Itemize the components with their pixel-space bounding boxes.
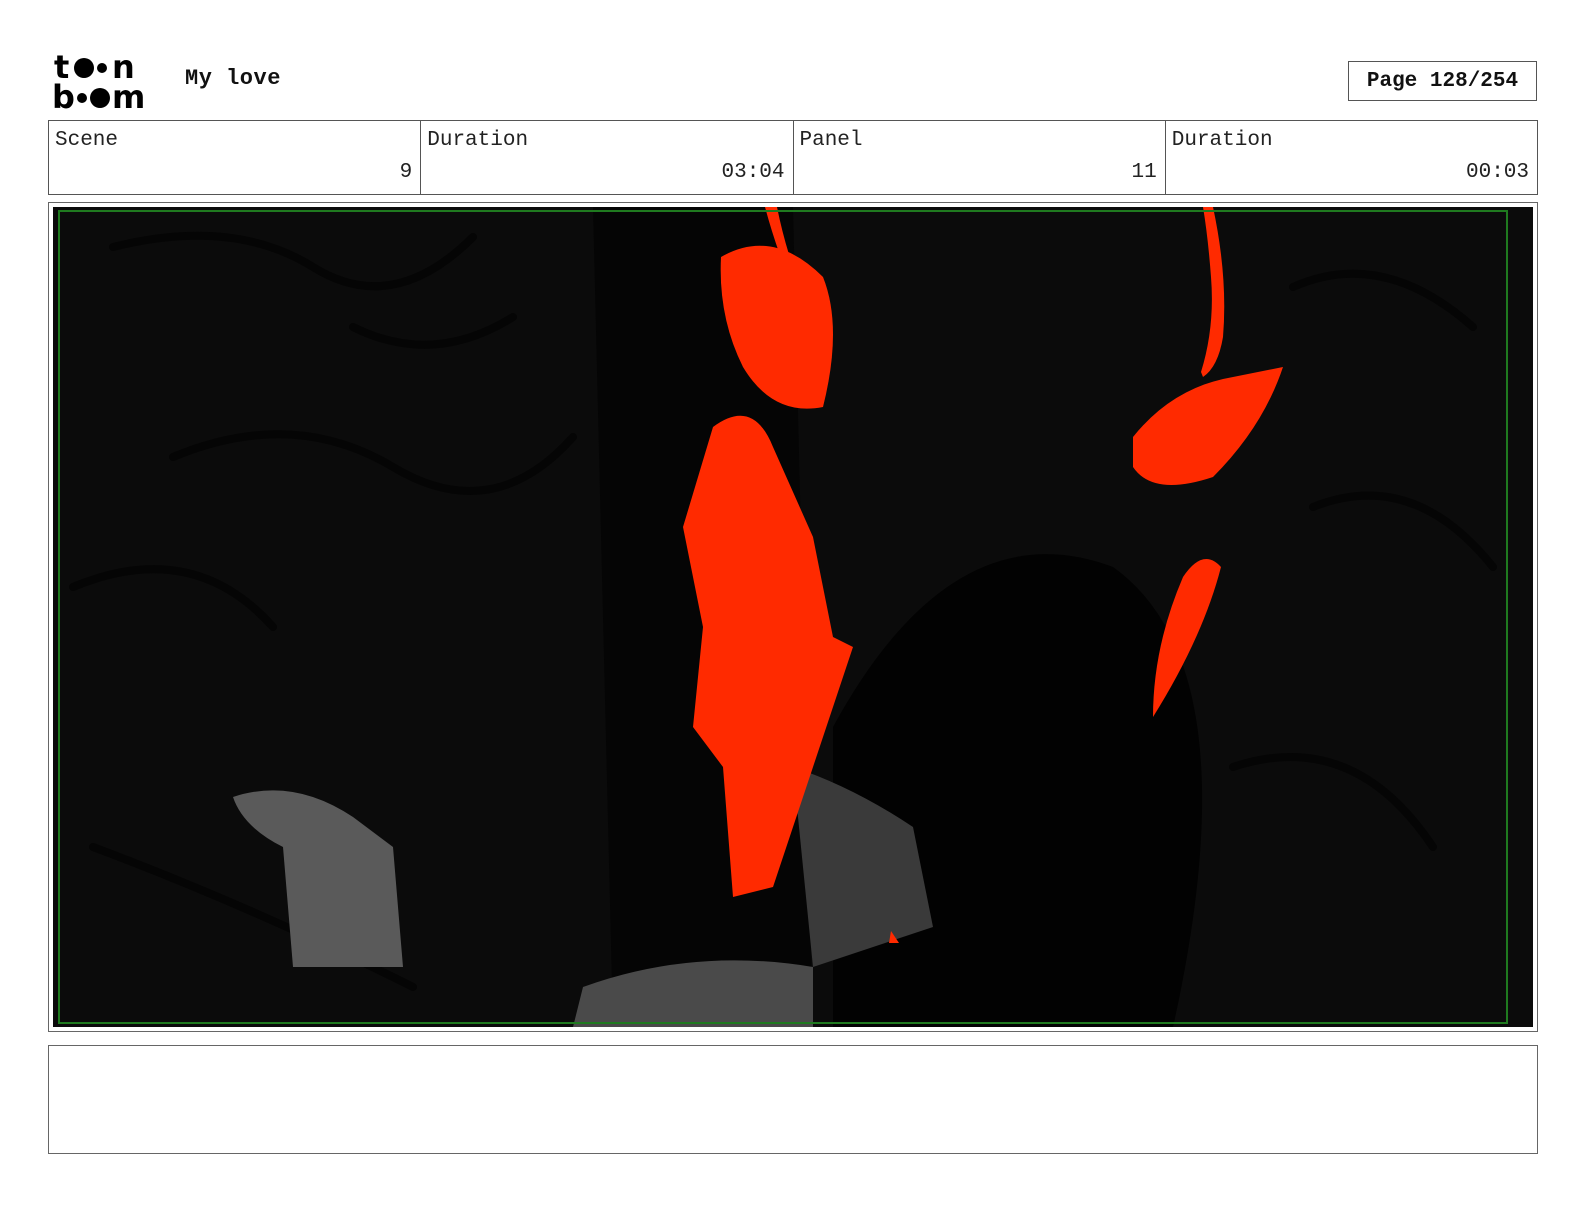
storyboard-panel xyxy=(48,202,1538,1032)
scene-duration-value: 03:04 xyxy=(721,161,785,184)
panel-duration-cell: Duration 00:03 xyxy=(1166,121,1537,194)
scene-info-row: Scene 9 Duration 03:04 Panel 11 Duration… xyxy=(48,120,1538,195)
panel-artwork xyxy=(53,207,1533,1027)
page-indicator: Page 128/254 xyxy=(1348,61,1537,101)
scene-value: 9 xyxy=(399,161,413,184)
scene-cell: Scene 9 xyxy=(49,121,422,194)
scene-duration-cell: Duration 03:04 xyxy=(421,121,794,194)
scene-label: Scene xyxy=(55,129,119,152)
svg-text:b: b xyxy=(52,78,75,112)
scene-duration-label: Duration xyxy=(427,129,529,152)
panel-duration-label: Duration xyxy=(1171,129,1273,152)
svg-text:m: m xyxy=(112,78,145,112)
toon-boom-logo: t n b m xyxy=(52,48,164,116)
panel-duration-value: 00:03 xyxy=(1465,161,1529,184)
panel-notes-box xyxy=(48,1045,1538,1154)
project-title: My love xyxy=(185,66,281,91)
panel-cell: Panel 11 xyxy=(794,121,1166,194)
panel-label: Panel xyxy=(799,129,863,152)
panel-value: 11 xyxy=(1131,161,1157,184)
